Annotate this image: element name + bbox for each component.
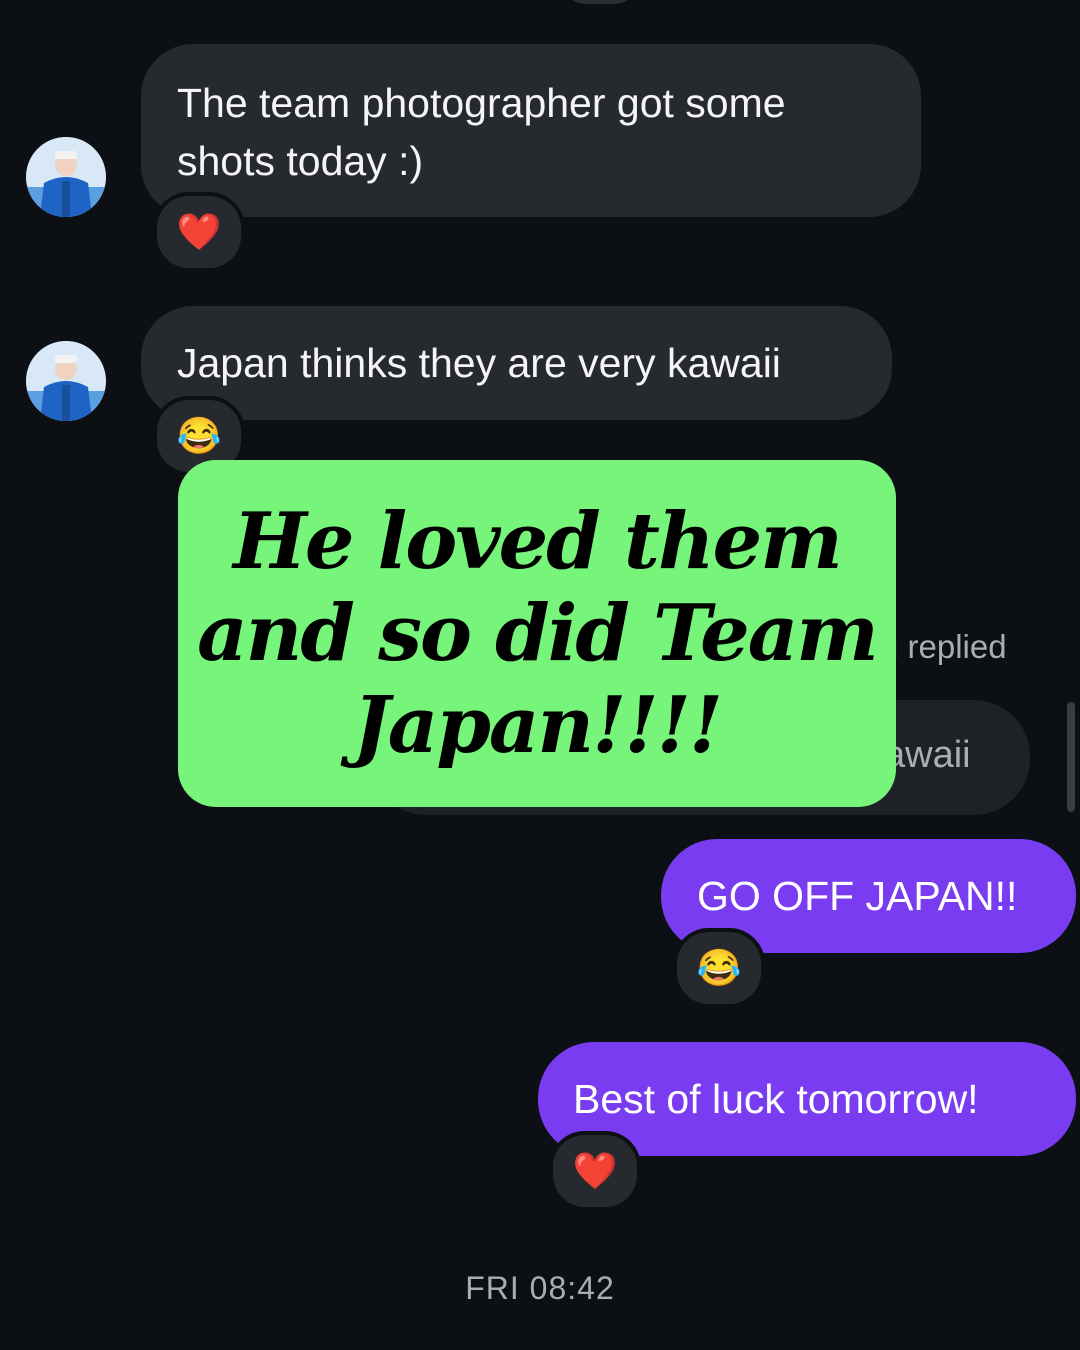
clipped-avatar-edge xyxy=(560,0,640,4)
message-text: The team photographer got some shots tod… xyxy=(177,80,786,184)
message-bubble[interactable]: Japan thinks they are very kawaii xyxy=(141,306,892,420)
caption-line: Japan!!!! xyxy=(352,679,723,771)
sender-avatar[interactable] xyxy=(26,341,106,421)
person-icon xyxy=(26,137,106,217)
message-text: GO OFF JAPAN!! xyxy=(697,873,1018,919)
message-text: Best of luck tomorrow! xyxy=(573,1076,979,1122)
caption-line: He loved them xyxy=(233,495,843,587)
heart-icon: ❤️ xyxy=(572,1150,618,1191)
scrollbar[interactable] xyxy=(1067,702,1075,812)
caption-overlay: He loved them and so did Team Japan!!!! xyxy=(178,460,896,807)
reply-label: u replied xyxy=(880,628,1007,665)
laughing-emoji-icon: 😂 xyxy=(176,415,222,456)
reaction-badge[interactable]: 😂 xyxy=(673,928,765,1008)
message-bubble[interactable]: The team photographer got some shots tod… xyxy=(141,44,921,217)
reaction-badge[interactable]: ❤️ xyxy=(153,192,245,272)
laughing-emoji-icon: 😂 xyxy=(696,947,742,988)
sender-avatar[interactable] xyxy=(26,137,106,217)
caption-line: and so did Team xyxy=(197,587,879,679)
person-icon xyxy=(26,341,106,421)
quoted-reply-text: awaii xyxy=(884,734,971,776)
reaction-badge[interactable]: ❤️ xyxy=(549,1131,641,1211)
heart-icon: ❤️ xyxy=(176,211,222,252)
message-text: Japan thinks they are very kawaii xyxy=(177,340,781,386)
timestamp: FRI 08:42 xyxy=(465,1270,615,1306)
